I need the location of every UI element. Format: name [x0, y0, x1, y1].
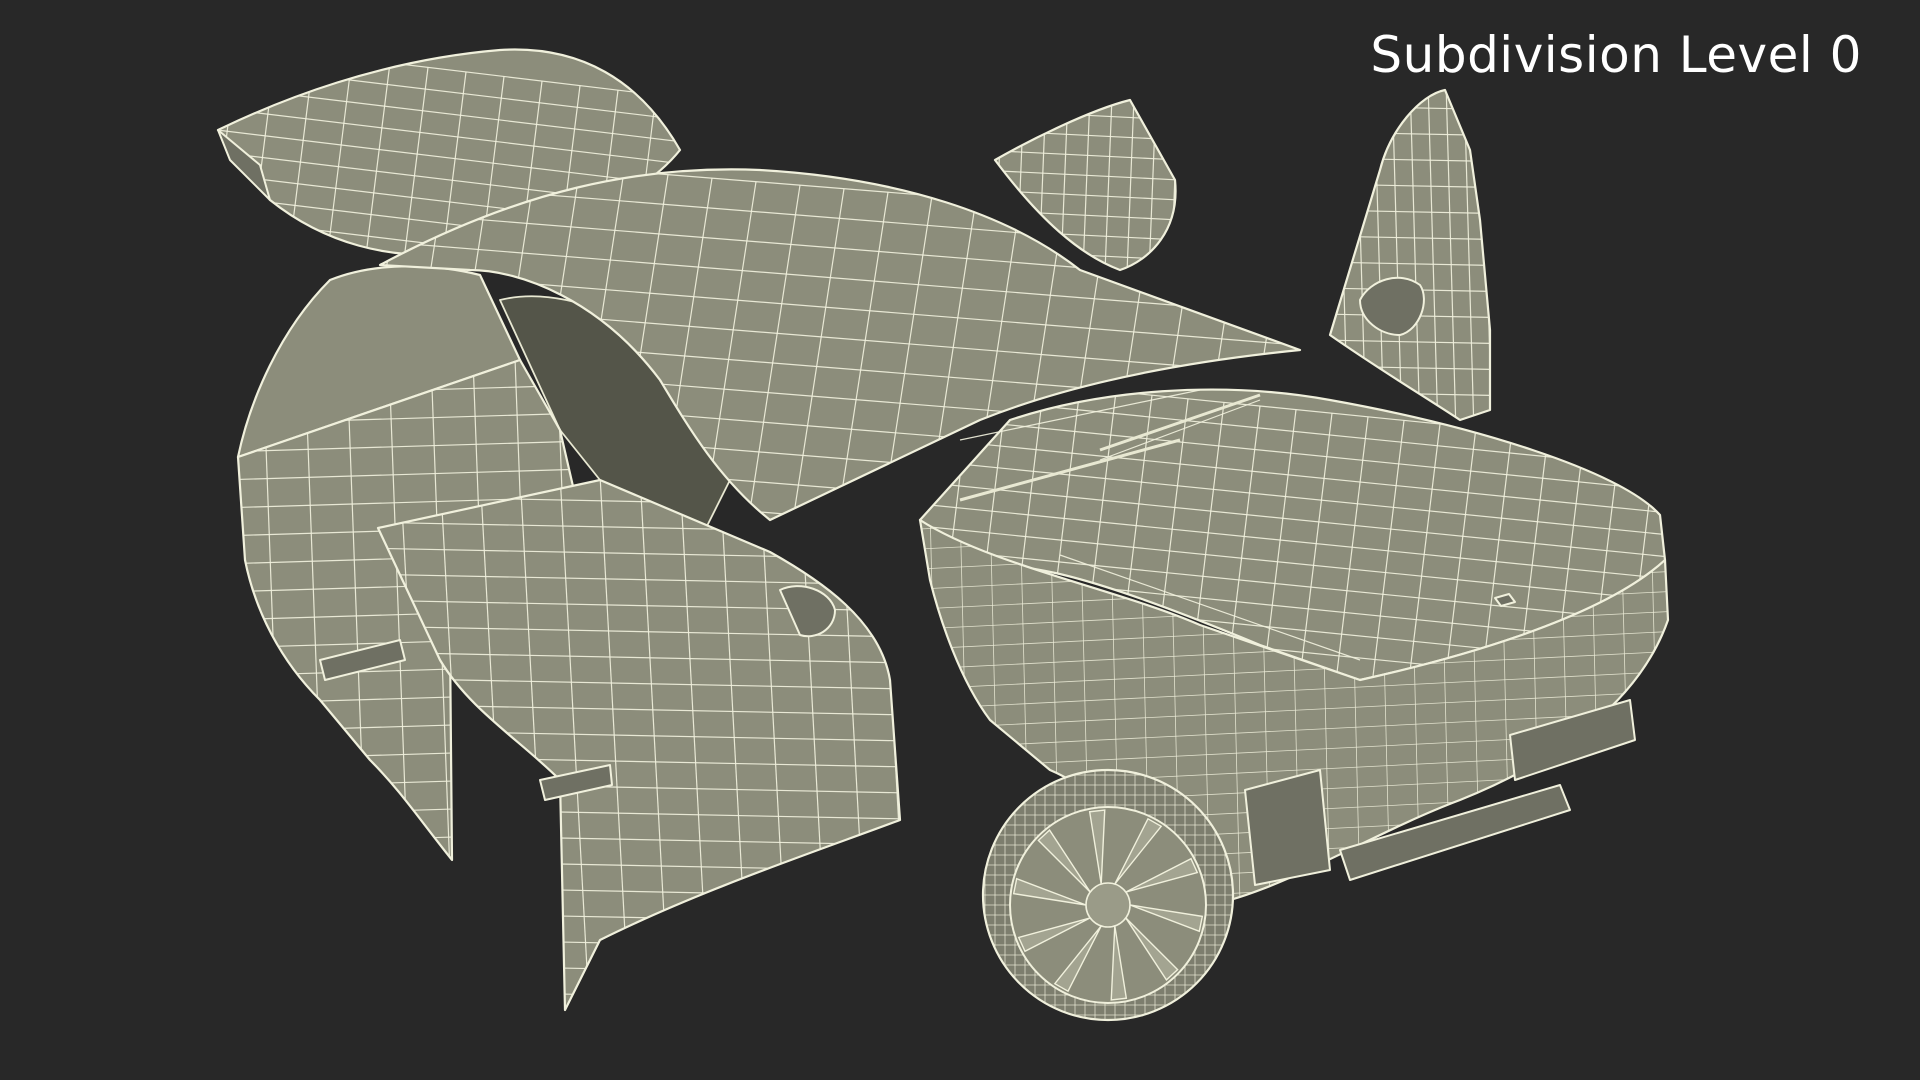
mesh-edge — [360, 1016, 910, 1027]
mesh-edge — [900, 510, 910, 920]
mesh-edge — [1330, 105, 1490, 111]
subdivision-level-label: Subdivision Level 0 — [1370, 26, 1862, 84]
mesh-edge — [378, 989, 900, 1002]
mesh-edge — [1330, 90, 1331, 420]
mesh-edge — [995, 100, 1176, 102]
mesh-edge — [1337, 90, 1349, 420]
mesh-edge — [1680, 471, 1690, 881]
render-viewport: Subdivision Level 0 — [0, 0, 1920, 1080]
mesh-edge — [238, 360, 241, 860]
car-wireframe-model — [170, 40, 1690, 1027]
mesh-edge — [238, 832, 590, 845]
mesh-edge — [220, 861, 600, 872]
mesh-edge — [170, 40, 200, 280]
front-door-open-right — [1328, 84, 1510, 434]
mesh-edge — [378, 937, 900, 950]
mesh-edge — [1500, 84, 1510, 434]
mesh-edge — [378, 963, 900, 976]
